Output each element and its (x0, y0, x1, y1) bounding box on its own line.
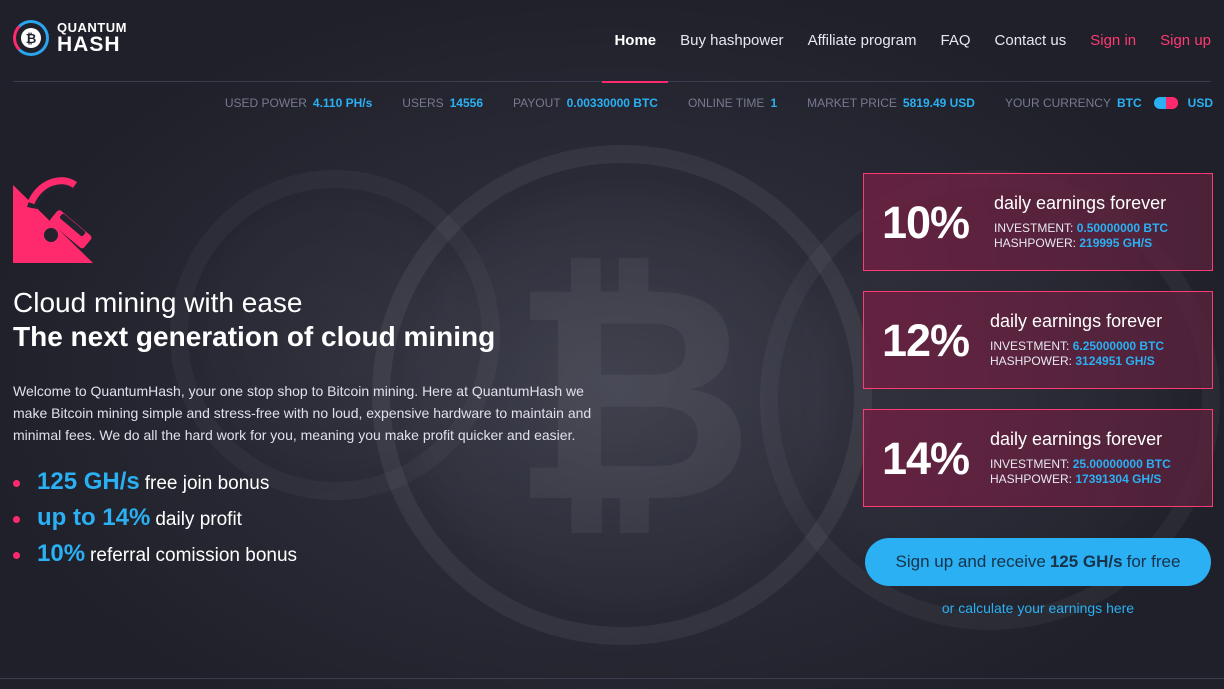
feature-highlight: 10% (37, 540, 86, 567)
plan-title: daily earnings forever (994, 193, 1167, 213)
feature-text: free join bonus (144, 473, 270, 494)
feature-highlight: 125 GH/s (37, 468, 140, 495)
plan-percent: 12% (882, 315, 970, 366)
plan-percent: 10% (882, 197, 970, 248)
nav-buy-hashpower[interactable]: Buy hashpower (668, 0, 795, 82)
plan-hashpower: HASHPOWER: 219995 GH/S (994, 236, 1153, 250)
plan-hashpower: HASHPOWER: 17391304 GH/S (990, 472, 1162, 486)
nav-sign-up[interactable]: Sign up (1148, 0, 1211, 82)
stat-users: USERS 14556 (402, 96, 483, 110)
feature-text: referral comission bonus (90, 545, 298, 566)
stat-value: 5819.49 USD (902, 96, 975, 110)
plan-title: daily earnings forever (990, 311, 1163, 331)
currency-usd[interactable]: USD (1188, 96, 1213, 110)
plan-card-14[interactable]: 14% daily earnings forever INVESTMENT: 2… (863, 409, 1213, 507)
nav-faq[interactable]: FAQ (929, 0, 983, 82)
plan-card-12[interactable]: 12% daily earnings forever INVESTMENT: 6… (863, 291, 1213, 389)
calculate-earnings-link[interactable]: or calculate your earnings here (865, 600, 1211, 616)
stat-label: PAYOUT (513, 96, 561, 110)
bitcoin-coin-icon: ₿ (13, 20, 49, 56)
stat-label: USERS (402, 96, 444, 110)
hero-title: Cloud mining with ease (13, 287, 303, 318)
plan-hashpower: HASHPOWER: 3124951 GH/S (990, 354, 1155, 368)
stat-currency: YOUR CURRENCY BTC USD (1005, 96, 1213, 110)
stats-bar: USED POWER 4.110 PH/s USERS 14556 PAYOUT… (195, 96, 1213, 110)
stat-value: 4.110 PH/s (312, 96, 373, 110)
nav-contact-us[interactable]: Contact us (983, 0, 1079, 82)
nav-affiliate-program[interactable]: Affiliate program (796, 0, 929, 82)
hero-intro: Welcome to QuantumHash, your one stop sh… (13, 383, 592, 443)
plan-investment: INVESTMENT: 25.00000000 BTC (990, 457, 1171, 471)
currency-btc[interactable]: BTC (1117, 96, 1142, 110)
stat-market-price: MARKET PRICE 5819.49 USD (807, 96, 975, 110)
plan-investment: INVESTMENT: 0.50000000 BTC (994, 221, 1169, 235)
stat-value: 0.00330000 BTC (566, 96, 658, 110)
site-header: ₿ QUANTUM HASH Home Buy hashpower Affili… (13, 0, 1211, 83)
stat-label: ONLINE TIME (687, 96, 765, 110)
pickaxe-icon (13, 177, 93, 263)
stat-used-power: USED POWER 4.110 PH/s (225, 96, 372, 110)
plan-title: daily earnings forever (990, 429, 1163, 449)
divider (0, 678, 1224, 679)
bullet-dot-icon (13, 516, 20, 523)
signup-cta-button[interactable]: Sign up and receive 125 GH/s for free (865, 538, 1211, 586)
bullet-dot-icon (13, 480, 20, 487)
logo-line2: HASH (57, 33, 121, 56)
nav-home[interactable]: Home (602, 0, 668, 83)
hero-subtitle: The next generation of cloud mining (13, 321, 496, 352)
nav-sign-in[interactable]: Sign in (1078, 0, 1148, 82)
plan-investment: INVESTMENT: 6.25000000 BTC (990, 339, 1165, 353)
feature-list: 125 GH/s free join bonus up to 14% daily… (13, 468, 297, 576)
logo[interactable]: ₿ QUANTUM HASH (13, 20, 127, 56)
plan-percent: 14% (882, 433, 970, 484)
currency-toggle[interactable] (1153, 97, 1178, 109)
stat-payout: PAYOUT 0.00330000 BTC (513, 96, 658, 110)
list-item: 125 GH/s free join bonus (13, 468, 297, 504)
stat-value: 1 (770, 96, 778, 110)
stat-label: USED POWER (224, 96, 307, 110)
list-item: up to 14% daily profit (13, 504, 297, 540)
feature-text: daily profit (155, 509, 242, 530)
plan-card-10[interactable]: 10% daily earnings forever INVESTMENT: 0… (863, 173, 1213, 271)
stat-online-time: ONLINE TIME 1 (688, 96, 777, 110)
stat-label: MARKET PRICE (807, 96, 897, 110)
stat-label: YOUR CURRENCY (1004, 96, 1111, 110)
list-item: 10% referral comission bonus (13, 540, 297, 576)
bullet-dot-icon (13, 552, 20, 559)
feature-highlight: up to 14% (37, 504, 151, 531)
stat-value: 14556 (449, 96, 483, 110)
main-nav: Home Buy hashpower Affiliate program FAQ… (602, 0, 1211, 83)
